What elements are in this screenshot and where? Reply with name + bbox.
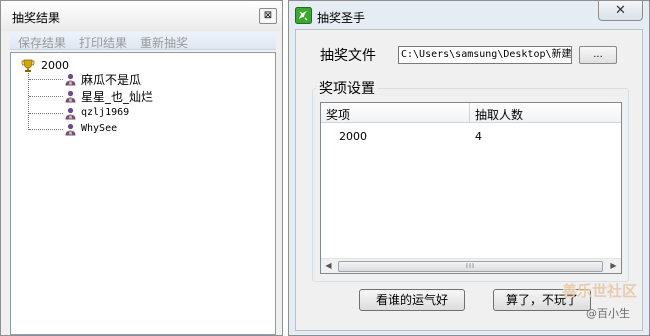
results-titlebar[interactable]: 抽奖结果 ⊠ — [1, 1, 282, 31]
results-window-title: 抽奖结果 — [12, 11, 61, 25]
results-close-button[interactable]: ⊠ — [259, 8, 277, 24]
watermark-author: @百小生 — [586, 307, 630, 320]
winner-item-2[interactable]: 星星_也_灿烂 — [81, 88, 153, 105]
tree-branch — [29, 129, 63, 130]
file-label: 抽奖文件 — [320, 48, 376, 64]
save-results-button[interactable]: 保存结果 — [18, 34, 66, 51]
tree-connector — [28, 73, 29, 130]
winner-item-4[interactable]: WhySee — [81, 123, 117, 134]
tree-branch — [29, 113, 63, 114]
draw-count-cell[interactable]: 4 — [475, 130, 482, 143]
column-prize[interactable]: 奖项 — [326, 106, 350, 123]
person-icon — [65, 90, 76, 103]
person-icon — [65, 123, 76, 136]
results-toolbar: 保存结果 打印结果 重新抽奖 — [10, 32, 276, 50]
watermark-site: 善乐世社区 — [562, 282, 638, 300]
redraw-button[interactable]: 重新抽奖 — [140, 34, 188, 51]
winner-item-3[interactable]: qzlj1969 — [81, 107, 129, 118]
horizontal-scrollbar[interactable]: ◀ III ▶ — [321, 258, 621, 273]
prize-settings-title: 奖项设置 — [316, 78, 378, 98]
person-icon — [65, 107, 76, 120]
scroll-thumb[interactable]: III — [338, 261, 603, 272]
lottery-close-button[interactable]: ✕ — [598, 1, 643, 21]
prize-list-header: 奖项 抽取人数 — [321, 103, 621, 123]
file-path-input[interactable]: C:\Users\samsung\Desktop\新建 — [398, 46, 572, 64]
draw-lottery-button[interactable]: 看谁的运气好 — [359, 289, 465, 311]
results-window: 抽奖结果 ⊠ 保存结果 打印结果 重新抽奖 2000 麻瓜不是瓜 星星_也_灿烂 — [0, 0, 283, 336]
lottery-window-title: 抽奖圣手 — [317, 11, 366, 25]
prize-list[interactable]: 奖项 抽取人数 2000 4 ◀ III ▶ — [320, 102, 622, 274]
lottery-app-icon — [295, 7, 312, 24]
scroll-left-icon[interactable]: ◀ — [321, 259, 336, 274]
results-tree[interactable]: 2000 麻瓜不是瓜 星星_也_灿烂 qzlj1969 WhySee — [10, 52, 276, 335]
lottery-titlebar[interactable]: 抽奖圣手 ✕ — [289, 1, 649, 29]
person-icon — [65, 73, 76, 86]
prize-cell[interactable]: 2000 — [339, 130, 367, 143]
tree-branch — [29, 79, 63, 80]
tree-root-label[interactable]: 2000 — [41, 59, 69, 72]
trophy-icon — [21, 59, 35, 72]
print-results-button[interactable]: 打印结果 — [79, 34, 127, 51]
browse-button[interactable]: ... — [579, 46, 617, 64]
column-draw-count[interactable]: 抽取人数 — [475, 106, 523, 123]
tree-branch — [29, 96, 63, 97]
column-divider[interactable] — [469, 103, 470, 123]
scroll-right-icon[interactable]: ▶ — [606, 259, 621, 274]
winner-item-1[interactable]: 麻瓜不是瓜 — [81, 71, 141, 88]
